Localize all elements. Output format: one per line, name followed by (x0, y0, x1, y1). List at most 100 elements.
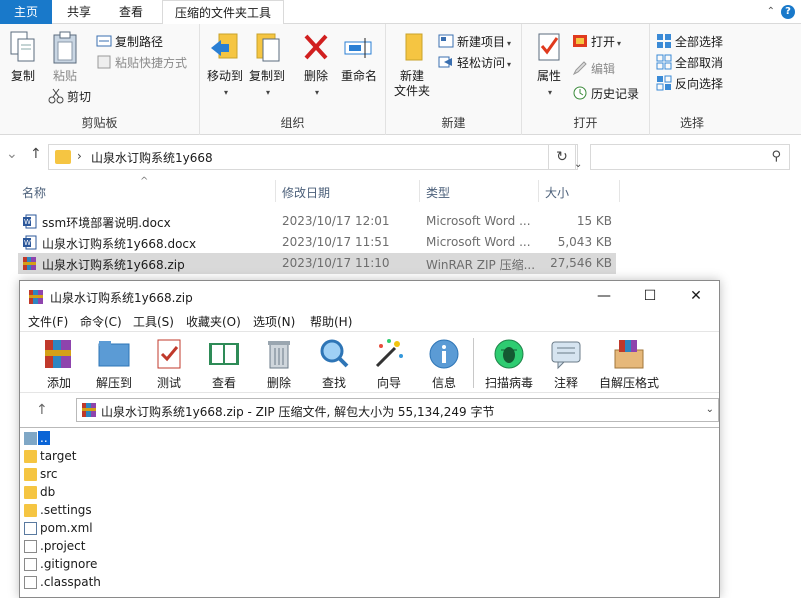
new-folder-icon (405, 33, 423, 61)
chevron-up-icon[interactable]: ⌃ (767, 6, 775, 17)
properties-label: 属性 (536, 69, 561, 83)
edit-button[interactable]: 编辑 (572, 59, 615, 79)
sort-ascending-icon: ^ (140, 176, 149, 187)
column-date[interactable]: 修改日期 (282, 184, 330, 201)
chevron-down-icon[interactable]: ⌄ (6, 146, 18, 162)
close-button[interactable]: ✕ (673, 281, 719, 311)
tab-home[interactable]: 主页 (0, 0, 52, 24)
scan-virus-label: 扫描病毒 (484, 376, 533, 390)
up-arrow-icon[interactable]: ↑ (36, 402, 48, 418)
winrar-icon (23, 257, 36, 270)
scan-virus-button[interactable]: 扫描病毒 (480, 336, 538, 391)
file-row[interactable]: W ssm环境部署说明.docx 2023/10/17 12:01 Micros… (18, 211, 616, 232)
file-name: 山泉水订购系统1y668.docx (42, 237, 197, 251)
folder-icon (24, 468, 37, 481)
folder-icon (24, 504, 37, 517)
new-item-button[interactable]: 新建项目 ▾ (438, 32, 511, 52)
select-none-button[interactable]: 全部取消 (656, 53, 723, 73)
menu-commands[interactable]: 命令(C) (80, 313, 122, 330)
comment-button[interactable]: 注释 (537, 336, 595, 391)
rename-button[interactable]: 重命名 (338, 30, 380, 84)
column-size[interactable]: 大小 (545, 184, 569, 201)
select-all-button[interactable]: 全部选择 (656, 32, 723, 52)
refresh-button[interactable]: ↻ (548, 144, 576, 170)
new-folder-button[interactable]: 新建 文件夹 (390, 30, 434, 99)
ribbon-tab-bar: 主页 共享 查看 压缩的文件夹工具 ⌃ ? (0, 0, 801, 24)
find-button[interactable]: 查找 (305, 336, 363, 391)
breadcrumb-path[interactable]: 山泉水订购系统1y668 (91, 149, 213, 166)
tab-view[interactable]: 查看 (106, 0, 156, 24)
column-divider[interactable] (538, 180, 539, 202)
organize-group: 移动到 ▾ 复制到 ▾ 删除 ▾ 重命名 组织 (200, 24, 386, 135)
easy-access-button[interactable]: 轻松访问 ▾ (438, 53, 511, 73)
magnifier-icon (320, 339, 349, 368)
paste-shortcut-button[interactable]: 粘贴快捷方式 (96, 53, 187, 73)
tab-share[interactable]: 共享 (54, 0, 104, 24)
column-divider[interactable] (275, 180, 276, 202)
info-button[interactable]: 信息 (415, 336, 473, 391)
trash-icon (268, 341, 290, 369)
copy-to-label: 复制到 (248, 69, 285, 83)
open-button[interactable]: 打开 ▾ (572, 32, 621, 52)
minimize-button[interactable]: — (581, 281, 627, 311)
column-type[interactable]: 类型 (426, 184, 450, 201)
book-view-icon (209, 343, 239, 365)
copy-path-icon (96, 35, 112, 47)
move-to-label: 移动到 (206, 69, 243, 83)
delete-archive-button[interactable]: 删除 (250, 336, 308, 391)
file-name: ssm环境部署说明.docx (42, 216, 171, 230)
archive-path-dropdown[interactable]: 山泉水订购系统1y668.zip - ZIP 压缩文件, 解包大小为 55,13… (76, 398, 719, 422)
add-button[interactable]: 添加 (30, 336, 88, 391)
menu-help[interactable]: 帮助(H) (310, 313, 352, 330)
paste-button[interactable]: 粘贴 (48, 30, 82, 84)
open-group-label: 打开 (573, 116, 598, 130)
paste-shortcut-label: 粘贴快捷方式 (115, 56, 188, 70)
search-input[interactable]: ⚲ (590, 144, 790, 170)
cut-button[interactable]: 剪切 (48, 87, 91, 107)
menu-file[interactable]: 文件(F) (28, 313, 68, 330)
column-divider[interactable] (619, 180, 620, 202)
xml-file-icon (24, 522, 37, 535)
copy-to-button[interactable]: 复制到 ▾ (246, 30, 288, 100)
properties-button[interactable]: 属性 ▾ (532, 30, 566, 100)
address-bar[interactable]: › 山泉水订购系统1y668 ⌄ (48, 144, 582, 170)
help-icon[interactable]: ? (781, 5, 795, 19)
clipboard-group: 复制 粘贴 复制路径 粘贴快捷方式 剪切 剪贴板 (0, 24, 200, 135)
archive-file-list: .. target src db .settings pom.xml .proj… (20, 427, 719, 597)
sfx-button[interactable]: 自解压格式 (593, 336, 665, 391)
organize-group-label: 组织 (280, 116, 305, 130)
copy-path-label: 复制路径 (115, 35, 164, 49)
test-button[interactable]: 测试 (140, 336, 198, 391)
file-row-selected[interactable]: 山泉水订购系统1y668.zip 2023/10/17 11:10 WinRAR… (18, 253, 616, 274)
menu-tools[interactable]: 工具(S) (133, 313, 174, 330)
paste-label: 粘贴 (52, 69, 77, 83)
menu-options[interactable]: 选项(N) (253, 313, 295, 330)
file-row[interactable]: W 山泉水订购系统1y668.docx 2023/10/17 11:51 Mic… (18, 232, 616, 253)
invert-selection-button[interactable]: 反向选择 (656, 74, 723, 94)
toolbar-divider (473, 338, 474, 388)
file-date: 2023/10/17 12:01 (282, 214, 390, 228)
menu-favorites[interactable]: 收藏夹(O) (186, 313, 241, 330)
chevron-down-icon[interactable]: ⌄ (706, 404, 714, 415)
up-arrow-icon[interactable]: ↑ (30, 146, 42, 162)
view-button[interactable]: 查看 (195, 336, 253, 391)
new-folder-label: 新建 文件夹 (393, 69, 430, 98)
column-name[interactable]: 名称 (22, 184, 46, 201)
file-name: 山泉水订购系统1y668.zip (42, 258, 185, 272)
file-type: Microsoft Word ... (426, 214, 531, 228)
copy-path-button[interactable]: 复制路径 (96, 32, 163, 52)
history-label: 历史记录 (591, 87, 640, 101)
rename-label: 重命名 (340, 69, 377, 83)
history-button[interactable]: 历史记录 (572, 84, 639, 104)
delete-button[interactable]: 删除 ▾ (298, 30, 334, 100)
file-type: Microsoft Word ... (426, 235, 531, 249)
wizard-button[interactable]: 向导 (360, 336, 418, 391)
file-date: 2023/10/17 11:51 (282, 235, 390, 249)
move-to-button[interactable]: 移动到 ▾ (204, 30, 246, 100)
winrar-title-bar[interactable]: 山泉水订购系统1y668.zip — ☐ ✕ (20, 281, 719, 311)
tab-compressed-folder-tools[interactable]: 压缩的文件夹工具 (162, 0, 284, 24)
extract-to-button[interactable]: 解压到 (85, 336, 143, 391)
column-divider[interactable] (419, 180, 420, 202)
copy-button[interactable]: 复制 (6, 30, 40, 84)
maximize-button[interactable]: ☐ (627, 281, 673, 311)
